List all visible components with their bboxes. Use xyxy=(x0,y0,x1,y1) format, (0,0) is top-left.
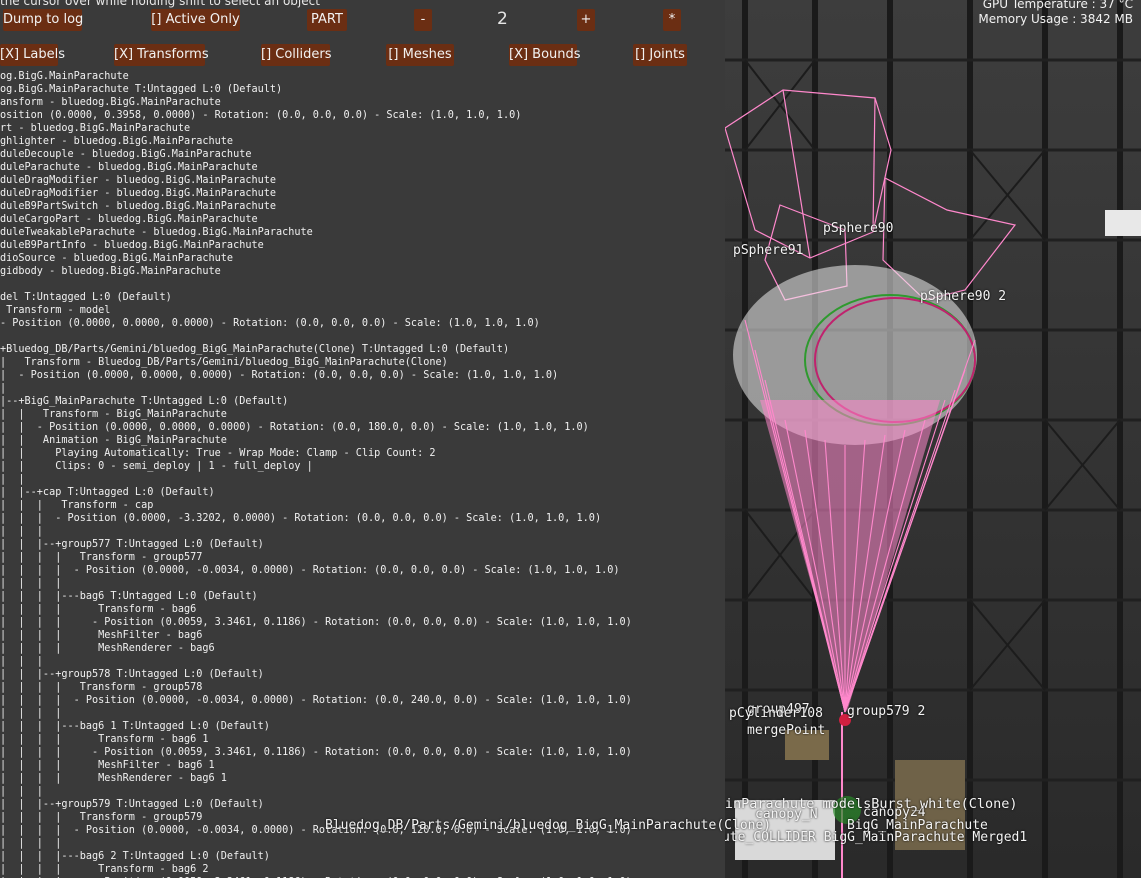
tree-line: | | | | MeshFilter - bag6 xyxy=(0,630,203,641)
tree-line: | | | | Transform - bag6 1 xyxy=(0,734,209,745)
tree-line: duleB9PartInfo - bluedog.BigG.MainParach… xyxy=(0,240,264,251)
tree-line: | | Transform - BigG_MainParachute xyxy=(0,409,227,420)
tree-line: duleDragModifier - bluedog.BigG.MainPara… xyxy=(0,175,277,186)
tree-line: +Bluedog_DB/Parts/Gemini/bluedog_BigG_Ma… xyxy=(0,344,510,355)
bounds-toggle[interactable]: [X] Bounds xyxy=(509,44,581,66)
tree-line: duleTweakableParachute - bluedog.BigG.Ma… xyxy=(0,227,313,238)
meshes-toggle[interactable]: [] Meshes xyxy=(386,44,454,66)
dump-to-log-button[interactable]: Dump to log xyxy=(3,9,83,31)
tree-line: | | | | Transform - group577 xyxy=(0,552,203,563)
tree-line: | | xyxy=(0,474,25,485)
tree-line: | | | | MeshFilter - bag6 1 xyxy=(0,760,215,771)
tree-line: gidbody - bluedog.BigG.MainParachute xyxy=(0,266,221,277)
increment-button[interactable]: + xyxy=(577,9,595,31)
decrement-button[interactable]: - xyxy=(414,9,432,31)
label-sphere-b: pSphere91 xyxy=(733,243,804,258)
tree-line: | Transform - Bluedog_DB/Parts/Gemini/bl… xyxy=(0,357,448,368)
tree-line: duleDecouple - bluedog.BigG.MainParachut… xyxy=(0,149,252,160)
transforms-toggle[interactable]: [X] Transforms xyxy=(114,44,209,66)
tree-line: duleDragModifier - bluedog.BigG.MainPara… xyxy=(0,188,277,199)
hint-text: the cursor over while holding shift to s… xyxy=(0,0,320,8)
tree-line: | |--+cap T:Untagged L:0 (Default) xyxy=(0,487,215,498)
tree-line: | | | | MeshRenderer - bag6 xyxy=(0,643,215,654)
tree-line: | | | | xyxy=(0,708,62,719)
mode-part-button[interactable]: PART xyxy=(307,9,347,31)
tree-line: - Position (0.0000, 0.0000, 0.0000) - Ro… xyxy=(0,318,540,329)
colliders-toggle[interactable]: [] Colliders xyxy=(261,44,332,66)
tree-line: | | | | - Position (0.0059, 3.3461, 0.11… xyxy=(0,747,632,758)
tree-line: | | | xyxy=(0,656,43,667)
tree-line xyxy=(0,330,632,343)
tree-line xyxy=(0,278,632,291)
memory-readout: Memory Usage : 3842 MB xyxy=(978,12,1133,26)
tree-line: ghlighter - bluedog.BigG.MainParachute xyxy=(0,136,234,147)
tree-line: | | |--+group579 T:Untagged L:0 (Default… xyxy=(0,799,264,810)
tree-line: | | | | - Position (0.0000, -0.0034, 0.0… xyxy=(0,695,632,706)
tree-line: | | | |---bag6 T:Untagged L:0 (Default) xyxy=(0,591,258,602)
tree-line: | | | |---bag6 2 T:Untagged L:0 (Default… xyxy=(0,851,270,862)
tree-line: |--+BigG_MainParachute T:Untagged L:0 (D… xyxy=(0,396,289,407)
tree-line: dioSource - bluedog.BigG.MainParachute xyxy=(0,253,234,264)
tree-line: | | | | MeshRenderer - bag6 1 xyxy=(0,773,227,784)
tree-line: duleCargoPart - bluedog.BigG.MainParachu… xyxy=(0,214,258,225)
tree-line: | | - Position (0.0000, 0.0000, 0.0000) … xyxy=(0,422,589,433)
tree-line: | | | | Transform - bag6 xyxy=(0,604,197,615)
tree-line: duleParachute - bluedog.BigG.MainParachu… xyxy=(0,162,258,173)
tree-line: | | | | xyxy=(0,578,62,589)
tree-line: del T:Untagged L:0 (Default) xyxy=(0,292,172,303)
gpu-temp-readout: GPU Temperature : 37 °C xyxy=(982,0,1133,11)
label-clone-path: Bluedog_DB/Parts/Gemini/bluedog_BigG_Mai… xyxy=(325,818,772,833)
tree-line: | | | | - Position (0.0000, -0.0034, 0.0… xyxy=(0,565,620,576)
tree-line: | | Playing Automatically: True - Wrap M… xyxy=(0,448,436,459)
star-button[interactable]: * xyxy=(663,9,681,31)
tree-line: | | | | Transform - group578 xyxy=(0,682,203,693)
label-model-burst: bluedog.BigG.MainParachute modelsBurst_w… xyxy=(725,796,1018,812)
hierarchy-tree: og.BigG.MainParachute og.BigG.MainParachu… xyxy=(0,70,632,878)
label-sphere-c: pSphere90 2 xyxy=(920,289,1007,304)
label-group-b: group579 2 xyxy=(847,704,926,719)
tree-line: | | | | xyxy=(0,838,62,849)
floodlight-right xyxy=(1105,210,1141,236)
tree-line: | xyxy=(0,383,7,394)
tree-line: | | | xyxy=(0,786,43,797)
tree-line: og.BigG.MainParachute xyxy=(0,71,129,82)
tree-line: | | | - Position (0.0000, -3.3202, 0.000… xyxy=(0,513,602,524)
labels-toggle[interactable]: [X] Labels xyxy=(0,44,65,66)
tree-line: | | | | - Position (0.0059, 3.3461, 0.11… xyxy=(0,617,632,628)
tree-line: | | | Transform - cap xyxy=(0,500,154,511)
tree-line: | | Animation - BigG_MainParachute xyxy=(0,435,227,446)
tree-line: rt - bluedog.BigG.MainParachute xyxy=(0,123,191,134)
scene-view[interactable]: GPU Temperature : 37 °C Memory Usage : 3… xyxy=(725,0,1141,878)
tree-line: | | |--+group578 T:Untagged L:0 (Default… xyxy=(0,669,264,680)
tree-line: ansform - bluedog.BigG.MainParachute xyxy=(0,97,221,108)
label-merge-point: mergePoint xyxy=(747,723,826,738)
tree-line: duleB9PartSwitch - bluedog.BigG.MainPara… xyxy=(0,201,277,212)
scene-canvas xyxy=(725,0,1141,878)
tree-line: Transform - model xyxy=(0,305,111,316)
tree-line: | | | xyxy=(0,526,43,537)
debug-panel: the cursor over while holding shift to s… xyxy=(0,0,725,878)
depth-counter: 2 xyxy=(497,9,508,29)
tree-line: osition (0.0000, 0.3958, 0.0000) - Rotat… xyxy=(0,110,522,121)
tree-line: og.BigG.MainParachute T:Untagged L:0 (De… xyxy=(0,84,283,95)
label-sphere-a: pSphere90 xyxy=(823,221,894,236)
tree-line: | | Clips: 0 - semi_deploy | 1 - full_de… xyxy=(0,461,313,472)
active-only-toggle[interactable]: [] Active Only xyxy=(151,9,240,31)
label-cylinder: pCylinder108 xyxy=(729,706,823,721)
tree-line: | | |--+group577 T:Untagged L:0 (Default… xyxy=(0,539,264,550)
tree-line: | | | | Transform - bag6 2 xyxy=(0,864,209,875)
tree-line: | - Position (0.0000, 0.0000, 0.0000) - … xyxy=(0,370,559,381)
tree-line: | | | |---bag6 1 T:Untagged L:0 (Default… xyxy=(0,721,270,732)
joints-toggle[interactable]: [] Joints xyxy=(633,44,687,66)
